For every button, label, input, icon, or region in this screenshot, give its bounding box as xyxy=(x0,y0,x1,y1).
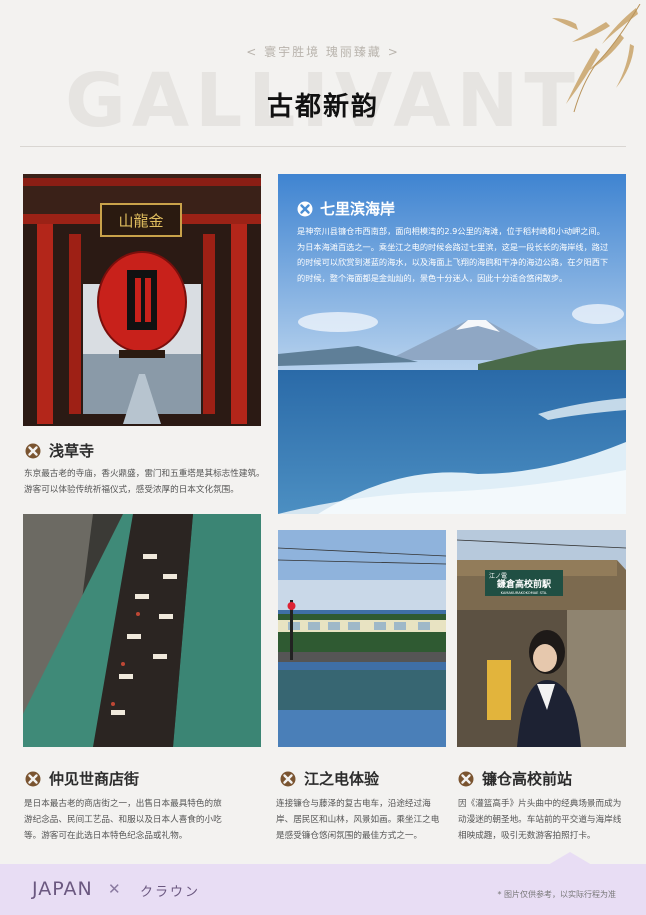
sensoji-description: 东京最古老的寺庙，香火鼎盛，雷门和五重塔是其标志性建筑。游客可以体验传统祈福仪式… xyxy=(24,469,265,495)
svg-text:KAMAKURAKOKOMAE STA.: KAMAKURAKOKOMAE STA. xyxy=(501,591,548,595)
footer-crown: クラウン xyxy=(140,885,201,900)
kamakurakokomae-description: 因《灌篮高手》片头曲中的经典场景而成为动漫迷的朝圣地。车站前的平交道与海岸线相映… xyxy=(458,799,622,841)
shichirigahama-title: 七里滨海岸 xyxy=(320,200,396,218)
page-title: 古都新韵 xyxy=(266,92,379,122)
kamakurakokomae-title: 镰仓高校前站 xyxy=(482,770,573,788)
nakamise-title-row: 仲见世商店街 xyxy=(25,768,139,789)
cross-circle-icon xyxy=(25,771,41,786)
enoden-title-row: 江之电体验 xyxy=(280,768,379,789)
cross-circle-icon xyxy=(458,771,474,786)
header-divider xyxy=(20,146,626,147)
sensoji-sign: 山龍金 xyxy=(101,204,181,236)
sensoji-title-row: 浅草寺 xyxy=(25,440,94,461)
footer-separator: ✕ xyxy=(108,880,121,898)
enoden-title: 江之电体验 xyxy=(304,770,380,788)
kamakurakokomae-title-row: 镰仓高校前站 xyxy=(458,768,572,789)
kamakurakokomae-photo xyxy=(457,530,626,747)
footer-note: * 图片仅供参考，以实际行程为准 xyxy=(497,890,616,899)
footer-japan: JAPAN xyxy=(32,878,93,900)
svg-text:山龍金: 山龍金 xyxy=(118,212,163,230)
cross-circle-icon xyxy=(280,771,296,786)
svg-text:江ノ電: 江ノ電 xyxy=(489,573,507,580)
nakamise-description: 是日本最古老的商店街之一，出售日本最具特色的旅游纪念品、民间工艺品、和服以及日本… xyxy=(24,799,222,841)
svg-text:鎌倉高校前駅: 鎌倉高校前駅 xyxy=(496,578,552,590)
enoden-photo xyxy=(278,530,446,747)
cross-circle-icon xyxy=(297,201,313,216)
station-sign: 江ノ電 鎌倉高校前駅 KAMAKURAKOKOMAE STA. xyxy=(489,573,552,595)
nakamise-photo xyxy=(23,514,261,747)
enoden-description: 连接镰仓与藤泽的复古电车，沿途经过海岸、居民区和山林，风景如画。乘坐江之电是感受… xyxy=(276,799,440,841)
sensoji-title: 浅草寺 xyxy=(49,442,95,460)
shichirigahama-description: 是神奈川县镰仓市西南部，面向相模湾的2.9公里的海滩，位于稻村崎和小动岬之间。为… xyxy=(297,226,609,283)
shichirigahama-title-row: 七里滨海岸 xyxy=(297,198,395,219)
nakamise-title: 仲见世商店街 xyxy=(49,770,140,788)
cross-circle-icon xyxy=(25,443,41,458)
